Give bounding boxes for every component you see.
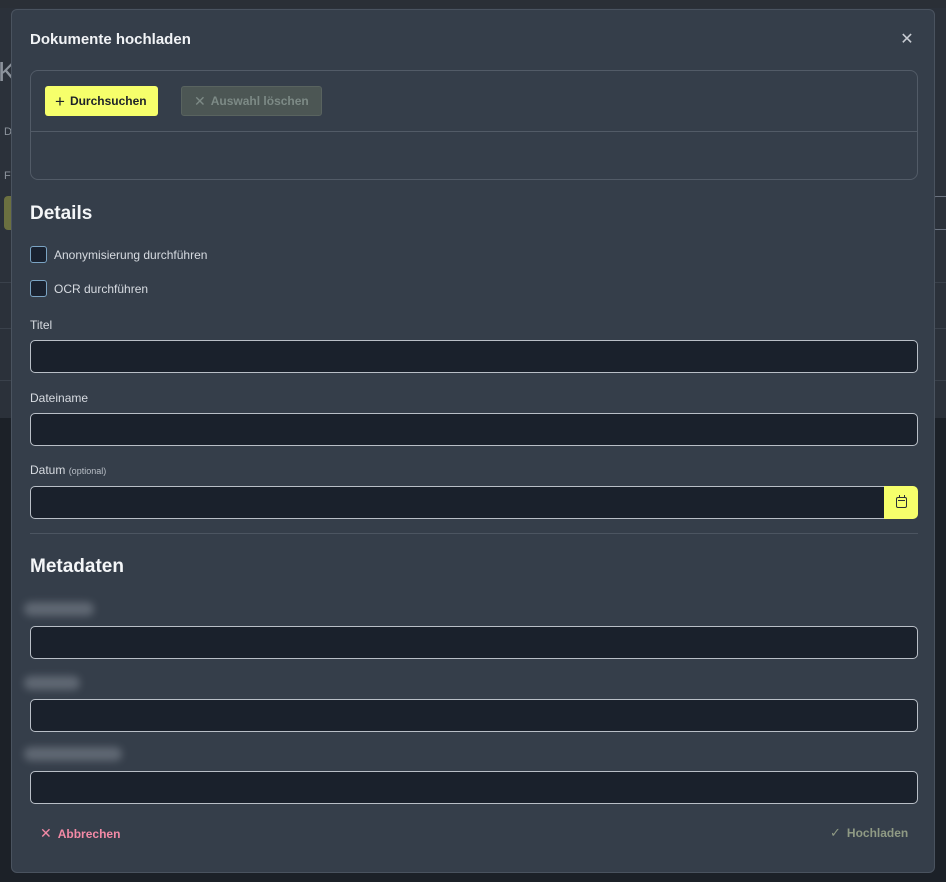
browse-button[interactable]: + Durchsuchen [45,86,158,116]
date-label-text: Datum [30,463,66,477]
upload-dialog: Dokumente hochladen ✕ + Durchsuchen ✕ Au… [11,9,935,873]
metadata-field-input[interactable] [30,626,918,659]
dialog-title: Dokumente hochladen [30,31,191,48]
ocr-checkbox[interactable] [30,280,47,297]
anonymize-option[interactable]: Anonymisierung durchführen [30,246,207,263]
metadata-field-input[interactable] [30,699,918,732]
date-picker-button[interactable] [884,486,918,519]
metadata-field-label-redacted [24,676,80,690]
cancel-button[interactable]: ✕ Abbrechen [40,825,120,842]
filename-input[interactable] [30,413,918,446]
close-button[interactable]: ✕ [896,31,918,49]
file-upload-area[interactable]: + Durchsuchen ✕ Auswahl löschen [30,70,918,180]
cancel-button-label: Abbrechen [57,826,121,841]
upload-button[interactable]: ✓ Hochladen [830,825,908,841]
metadata-field-label-redacted [24,602,94,616]
filename-label: Dateiname [30,391,89,405]
upload-toolbar: + Durchsuchen ✕ Auswahl löschen [31,71,917,132]
ocr-label: OCR durchführen [54,281,149,296]
plus-icon: + [55,91,65,111]
title-input[interactable] [30,340,918,373]
upload-button-label: Hochladen [846,826,909,840]
anonymize-checkbox[interactable] [30,246,47,263]
metadata-heading: Metadaten [30,556,124,577]
details-heading: Details [30,203,93,224]
section-divider [30,533,918,534]
date-label: Datum (optional) [30,463,106,477]
close-icon: ✕ [40,825,52,841]
background-text-fragment: F [4,170,11,182]
anonymize-label: Anonymisierung durchführen [54,247,208,262]
metadata-field-input[interactable] [30,771,918,804]
close-icon: ✕ [194,92,206,109]
clear-selection-label: Auswahl löschen [210,94,309,108]
metadata-field-label-redacted [24,747,122,761]
check-icon: ✓ [830,825,841,840]
ocr-option[interactable]: OCR durchführen [30,280,148,297]
background-topbar [0,0,946,8]
browse-button-label: Durchsuchen [69,94,147,108]
clear-selection-button[interactable]: ✕ Auswahl löschen [181,86,322,116]
title-label: Titel [30,318,53,332]
date-input[interactable] [30,486,886,519]
close-icon: ✕ [900,31,914,48]
date-optional-hint: (optional) [68,466,107,476]
calendar-icon [895,495,907,508]
